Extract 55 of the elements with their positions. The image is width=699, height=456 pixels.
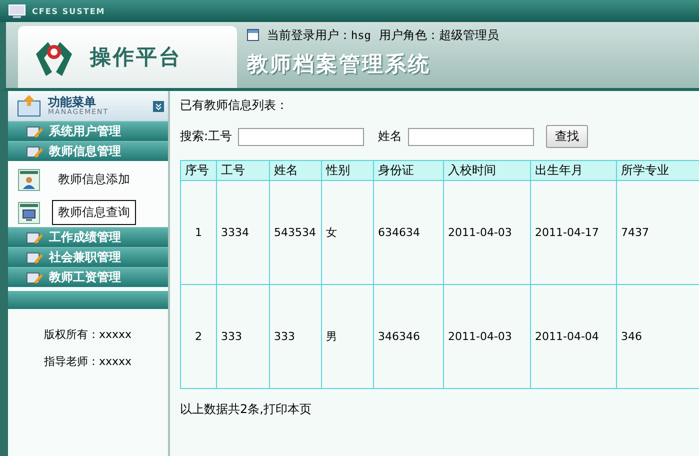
column-header: 出生年月 [530, 160, 616, 180]
name-label: 姓名 [378, 128, 402, 145]
notepad-icon [26, 144, 43, 158]
platform-title: 操作平台 [90, 44, 182, 71]
table-cell: 346346 [374, 284, 444, 388]
notepad-icon [26, 124, 43, 138]
collapse-icon[interactable] [153, 100, 164, 112]
column-header: 姓名 [270, 160, 322, 180]
summary-text: 以上数据共2条,打印本页 [180, 401, 312, 418]
table-cell: 1 [180, 180, 216, 284]
computer-form-icon [18, 202, 40, 224]
user-form-icon [18, 168, 40, 190]
menu-icon [16, 95, 42, 117]
table-cell: 女 [322, 180, 374, 284]
user-role-text: 用户角色：超级管理员 [378, 26, 499, 44]
name-input-field[interactable] [408, 128, 534, 146]
notepad-icon [26, 250, 43, 264]
menu-group[interactable]: 工作成绩管理 [8, 227, 168, 247]
id-input-field[interactable] [238, 128, 364, 146]
list-heading: 已有教师信息列表： [180, 97, 289, 114]
menu-group[interactable]: 社会兼职管理 [8, 247, 168, 267]
table-cell: 2011-04-04 [530, 284, 616, 388]
table-cell: 333 [216, 284, 270, 388]
table-cell: 3334 [216, 180, 270, 284]
notepad-icon [26, 230, 43, 244]
menu-title: 功能菜单 [48, 96, 96, 109]
submenu-item[interactable]: 教师信息添加 [52, 167, 136, 192]
footer-text: 版权所有：xxxxx [44, 327, 133, 342]
column-header: 性别 [322, 160, 374, 180]
column-header: 入校时间 [444, 160, 530, 180]
login-user-text: 当前登录用户：hsg [267, 26, 371, 44]
search-label: 搜索:工号 [180, 128, 232, 145]
table-cell: 2 [180, 284, 216, 388]
column-header: 身份证 [374, 160, 444, 180]
table-cell: 男 [322, 284, 374, 388]
table-cell: 2011-04-03 [444, 180, 530, 284]
footer-text: 指导老师：xxxxx [44, 354, 133, 369]
table-cell: 2011-04-03 [444, 284, 530, 388]
menu-group[interactable]: 教师工资管理 [8, 267, 168, 287]
submenu-item[interactable]: 教师信息查询 [52, 200, 136, 225]
menu-group[interactable]: 系统用户管理 [8, 121, 168, 141]
monitor-icon [8, 4, 26, 18]
table-cell: 333 [270, 284, 322, 388]
window-title: CFES SUSTEM [32, 6, 106, 16]
table-cell: 2011-04-17 [530, 180, 616, 284]
column-header: 序号 [180, 160, 216, 180]
column-header: 所学专业 [616, 160, 699, 180]
column-header: 工号 [216, 160, 270, 180]
search-button[interactable]: 查找 [546, 125, 588, 148]
menu-group[interactable]: 教师信息管理 [8, 141, 168, 161]
notepad-icon [26, 270, 43, 284]
window-icon [247, 29, 259, 41]
table-cell: 543534 [270, 180, 322, 284]
system-title: 教师档案管理系统 [247, 51, 432, 78]
table-cell: 634634 [374, 180, 444, 284]
